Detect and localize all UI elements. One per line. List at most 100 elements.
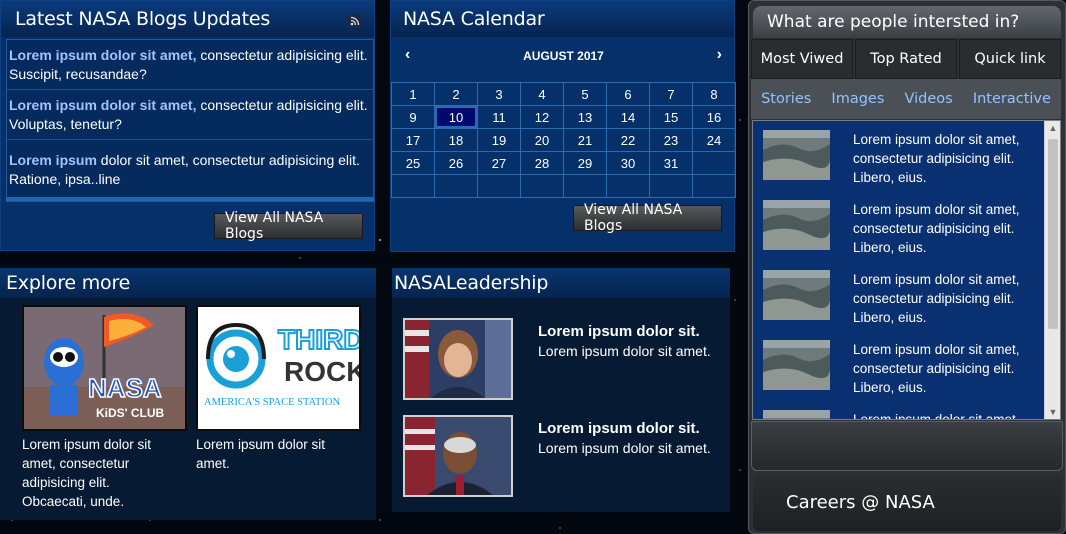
- calendar-grid: 1 2 3 4 5 6 7 8 9 10 11 12 13 14 15 16 17 18 19 20 21 22 23 24 2…: [391, 82, 736, 198]
- feed-item-text: Lorem ipsum dolor sit amet, consectetur …: [853, 412, 1020, 420]
- calendar-day[interactable]: 23: [650, 129, 693, 152]
- leader-photo[interactable]: [403, 318, 513, 400]
- calendar-day[interactable]: 13: [564, 106, 607, 129]
- calendar-day[interactable]: 21: [564, 129, 607, 152]
- interests-feed: ▲ ▼ Lorem ipsum dolor sit amet, consecte…: [752, 120, 1061, 420]
- calendar-day[interactable]: 9: [392, 106, 435, 129]
- calendar-empty-cell: [435, 175, 478, 198]
- calendar-day[interactable]: 2: [435, 83, 478, 106]
- calendar-day[interactable]: 10: [435, 106, 478, 129]
- explore-tile-third-rock[interactable]: THIRD ROCK AMERICA'S SPACE STATION Lorem…: [196, 305, 361, 473]
- calendar-day[interactable]: 7: [650, 83, 693, 106]
- feed-item[interactable]: Lorem ipsum dolor sit amet, consectetur …: [763, 130, 1043, 185]
- calendar-day[interactable]: 26: [435, 152, 478, 175]
- blog-item-highlight[interactable]: Lorem ipsum: [9, 152, 97, 168]
- calendar-day[interactable]: 8: [693, 83, 736, 106]
- calendar-day[interactable]: 1: [392, 83, 435, 106]
- kids-club-caption: Lorem ipsum dolor sit amet, consectetur …: [22, 437, 152, 509]
- calendar-day[interactable]: 12: [521, 106, 564, 129]
- calendar-day[interactable]: 3: [478, 83, 521, 106]
- tab-quick-link[interactable]: Quick link: [959, 39, 1061, 79]
- calendar-day[interactable]: 17: [392, 129, 435, 152]
- calendar-day[interactable]: 29: [564, 152, 607, 175]
- calendar-day[interactable]: 19: [478, 129, 521, 152]
- leader-card[interactable]: Lorem ipsum dolor sit. Lorem ipsum dolor…: [403, 415, 711, 497]
- calendar-day[interactable]: 6: [607, 83, 650, 106]
- third-rock-caption: Lorem ipsum dolor sit amet.: [196, 437, 326, 471]
- view-all-blogs-button[interactable]: View All NASA Blogs: [214, 210, 363, 242]
- rss-icon[interactable]: [348, 14, 362, 28]
- feed-thumbnail[interactable]: [763, 200, 830, 250]
- interests-sub-tabs: Stories Images Videos Interactive: [751, 79, 1061, 119]
- blog-item-highlight[interactable]: Lorem ipsum dolor sit amet,: [9, 97, 196, 113]
- feed-item-text: Lorem ipsum dolor sit amet, consectetur …: [853, 132, 1020, 185]
- leader-photo[interactable]: [403, 415, 513, 497]
- calendar-day[interactable]: 30: [607, 152, 650, 175]
- feed-item-text: Lorem ipsum dolor sit amet, consectetur …: [853, 202, 1020, 255]
- tab-most-viewed[interactable]: Most Viwed: [751, 39, 853, 79]
- blogs-title-text: Latest NASA Blogs Updates: [15, 8, 271, 30]
- third-rock-logo[interactable]: THIRD ROCK AMERICA'S SPACE STATION: [196, 305, 361, 431]
- third-rock-logo-text2: ROCK: [284, 356, 359, 387]
- feed-item[interactable]: Lorem ipsum dolor sit amet, consectetur …: [763, 410, 1043, 420]
- calendar-day[interactable]: 5: [564, 83, 607, 106]
- feed-scrollbar[interactable]: ▲ ▼: [1044, 121, 1060, 419]
- subtab-videos[interactable]: Videos: [905, 91, 953, 107]
- subtab-interactive[interactable]: Interactive: [973, 91, 1051, 107]
- calendar-day[interactable]: 31: [650, 152, 693, 175]
- feed-thumbnail[interactable]: [763, 410, 830, 419]
- calendar-day[interactable]: 24: [693, 129, 736, 152]
- leader-card[interactable]: Lorem ipsum dolor sit. Lorem ipsum dolor…: [403, 318, 711, 400]
- careers-link[interactable]: Careers @ NASA: [753, 473, 1061, 531]
- feed-thumbnail[interactable]: [763, 130, 830, 180]
- feed-item[interactable]: Lorem ipsum dolor sit amet, consectetur …: [763, 340, 1043, 395]
- kids-club-logo-text: NASA: [88, 373, 162, 403]
- scroll-thumb[interactable]: [1048, 139, 1058, 329]
- blog-item[interactable]: Lorem ipsum dolor sit amet, consectetur …: [7, 40, 373, 90]
- calendar-day[interactable]: 28: [521, 152, 564, 175]
- subtab-images[interactable]: Images: [831, 91, 884, 107]
- calendar-month: AUGUST 2017: [523, 49, 604, 63]
- calendar-day[interactable]: 22: [607, 129, 650, 152]
- explore-tile-kids-club[interactable]: NASA KiDS' CLUB Lorem ipsum dolor sit am…: [22, 305, 187, 511]
- feed-item[interactable]: Lorem ipsum dolor sit amet, consectetur …: [763, 200, 1043, 255]
- calendar-day[interactable]: 25: [392, 152, 435, 175]
- calendar-day[interactable]: 27: [478, 152, 521, 175]
- scroll-down-icon[interactable]: ▼: [1045, 405, 1060, 419]
- feed-item-text: Lorem ipsum dolor sit amet, consectetur …: [853, 342, 1020, 395]
- blog-list-divider: [6, 197, 374, 201]
- kids-club-logo[interactable]: NASA KiDS' CLUB: [22, 305, 187, 431]
- calendar-empty-cell: [521, 175, 564, 198]
- tab-top-rated[interactable]: Top Rated: [855, 39, 957, 79]
- calendar-empty-cell: [650, 175, 693, 198]
- calendar-day[interactable]: 15: [650, 106, 693, 129]
- kids-club-logo-sub: KiDS' CLUB: [96, 406, 165, 420]
- feed-item[interactable]: Lorem ipsum dolor sit amet, consectetur …: [763, 270, 1043, 325]
- calendar-day[interactable]: 14: [607, 106, 650, 129]
- calendar-day[interactable]: 16: [693, 106, 736, 129]
- leader-name[interactable]: Lorem ipsum dolor sit.: [538, 419, 738, 439]
- calendar-day[interactable]: 11: [478, 106, 521, 129]
- leader-subtitle: Lorem ipsum dolor sit amet.: [538, 440, 711, 456]
- calendar-empty-cell: [693, 175, 736, 198]
- calendar-day[interactable]: 18: [435, 129, 478, 152]
- calendar-empty-cell: [478, 175, 521, 198]
- leader-name[interactable]: Lorem ipsum dolor sit.: [538, 322, 738, 342]
- blogs-panel: Latest NASA Blogs Updates Lorem ipsum do…: [0, 0, 375, 251]
- blog-item[interactable]: Lorem ipsum dolor sit amet, consectetur …: [7, 90, 373, 140]
- calendar-day[interactable]: 20: [521, 129, 564, 152]
- calendar-day[interactable]: 4: [521, 83, 564, 106]
- calendar-prev-button[interactable]: ‹: [405, 46, 410, 64]
- blog-item-highlight[interactable]: Lorem ipsum dolor sit amet,: [9, 47, 196, 63]
- calendar-empty-cell: [693, 152, 736, 175]
- subtab-stories[interactable]: Stories: [761, 91, 811, 107]
- feed-thumbnail[interactable]: [763, 270, 830, 320]
- calendar-view-all-button[interactable]: View All NASA Blogs: [573, 202, 722, 234]
- calendar-next-button[interactable]: ›: [717, 46, 722, 64]
- blog-list: Lorem ipsum dolor sit amet, consectetur …: [6, 39, 374, 202]
- feed-thumbnail[interactable]: [763, 340, 830, 390]
- blog-item[interactable]: Lorem ipsum dolor sit amet, consectetur …: [7, 140, 373, 198]
- leader-subtitle: Lorem ipsum dolor sit amet.: [538, 343, 711, 359]
- scroll-up-icon[interactable]: ▲: [1045, 121, 1060, 135]
- interests-footer: [751, 421, 1063, 471]
